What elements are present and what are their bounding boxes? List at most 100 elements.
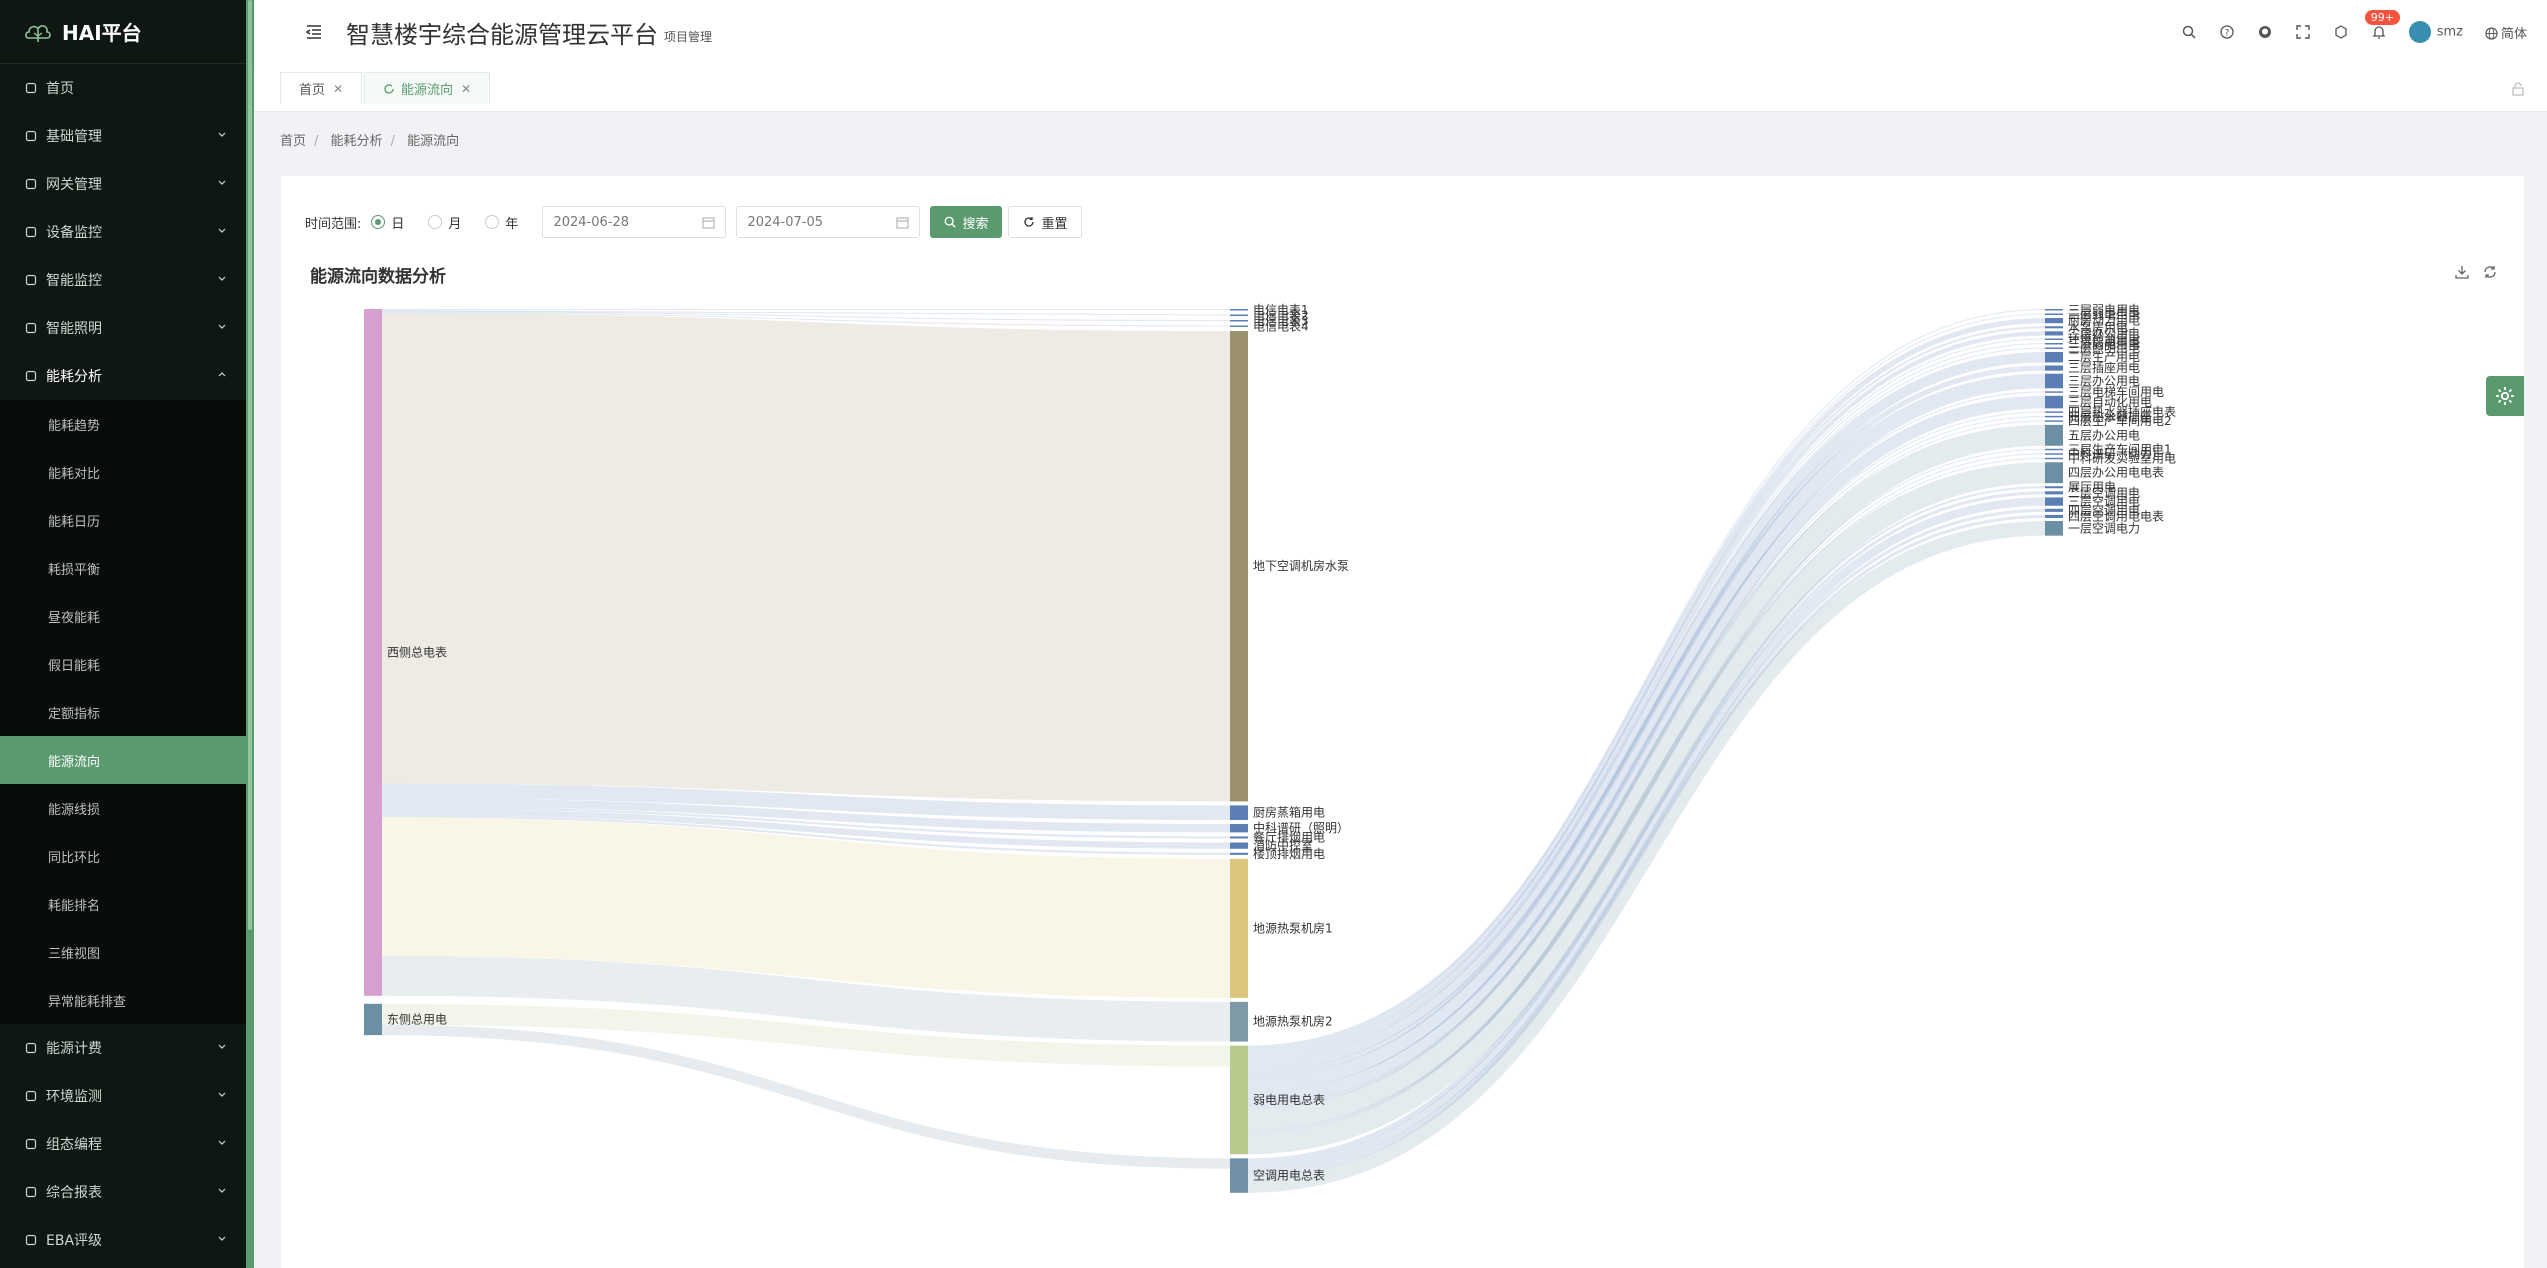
lock-icon[interactable] (2511, 82, 2525, 96)
sidebar-item[interactable]: 环境监测 (0, 1072, 246, 1120)
search-icon[interactable] (2181, 24, 2197, 40)
sankey-node-label: 四层生产车间用电2 (2068, 413, 2172, 428)
sidebar-item[interactable]: 能源线损 (0, 784, 246, 832)
sankey-node[interactable] (1230, 842, 1248, 849)
sankey-node[interactable] (1230, 1045, 1248, 1155)
close-icon[interactable]: ✕ (333, 82, 343, 96)
sankey-node[interactable] (1230, 314, 1248, 317)
sankey-node[interactable] (1230, 331, 1248, 802)
sankey-link[interactable] (381, 817, 1231, 998)
sankey-node[interactable] (2045, 514, 2063, 519)
sankey-node[interactable] (2045, 411, 2063, 413)
sankey-node[interactable] (1230, 858, 1248, 998)
sankey-node[interactable] (2045, 424, 2063, 446)
sidebar-item[interactable]: 耗损平衡 (0, 544, 246, 592)
sankey-node[interactable] (2045, 391, 2063, 393)
sankey-node[interactable] (2045, 395, 2063, 409)
breadcrumb-item[interactable]: 能耗分析 (331, 134, 383, 149)
language-switch[interactable]: 简体 (2485, 23, 2527, 42)
sankey-node[interactable] (2045, 508, 2063, 512)
bell-icon[interactable]: 99+ (2364, 10, 2400, 40)
fullscreen-icon[interactable] (2295, 24, 2311, 40)
sankey-link[interactable] (381, 313, 1231, 802)
sankey-node[interactable] (2045, 486, 2063, 489)
sankey-node[interactable] (1230, 320, 1248, 322)
sankey-node[interactable] (2045, 342, 2063, 345)
main-card: 时间范围: 日 月 年 2024-06-28 2024-07-05 搜索 重置 … (281, 176, 2524, 1268)
sidebar-item[interactable]: 能耗分析 (0, 352, 246, 400)
globe-icon (2485, 26, 2498, 40)
sankey-node[interactable] (2045, 448, 2063, 451)
sankey-node[interactable] (2045, 331, 2063, 336)
sidebar-item[interactable]: EBA评级 (0, 1216, 246, 1264)
sankey-node[interactable] (1230, 1158, 1248, 1193)
breadcrumb-item[interactable]: 首页 (280, 134, 306, 149)
sankey-node[interactable] (1230, 852, 1248, 855)
sidebar-item[interactable]: 基础管理 (0, 112, 246, 160)
sankey-node[interactable] (2045, 373, 2063, 389)
sidebar-item[interactable]: 同比环比 (0, 832, 246, 880)
sankey-node[interactable] (2045, 347, 2063, 349)
menu-collapse-icon[interactable] (304, 22, 324, 42)
sidebar-item[interactable]: 设备监控 (0, 208, 246, 256)
user-menu[interactable]: smz (2408, 21, 2463, 43)
sidebar-item[interactable]: 能耗日历 (0, 496, 246, 544)
sidebar-item[interactable]: 假日能耗 (0, 640, 246, 688)
sidebar-item-label: 异常能耗排查 (48, 994, 127, 1010)
settings-button[interactable] (2486, 376, 2524, 416)
sidebar-item[interactable]: 昼夜能耗 (0, 592, 246, 640)
tab-home[interactable]: 首页 ✕ (280, 72, 363, 104)
sankey-node[interactable] (2045, 309, 2063, 311)
rating-icon (24, 1233, 38, 1247)
sidebar-item[interactable]: 三维视图 (0, 928, 246, 976)
app-subtitle[interactable]: 项目管理 (664, 28, 712, 45)
help-icon[interactable]: ? (2219, 24, 2235, 40)
sankey-node[interactable] (364, 1003, 382, 1036)
sankey-node[interactable] (2045, 365, 2063, 371)
sankey-node[interactable] (2045, 351, 2063, 363)
sidebar-scrollbar-thumb[interactable] (248, 0, 252, 930)
sidebar-item[interactable]: 组态编程 (0, 1120, 246, 1168)
sankey-node[interactable] (1230, 836, 1248, 839)
sankey-node[interactable] (1230, 309, 1248, 311)
sidebar-item[interactable]: 首页 (0, 64, 246, 112)
sankey-node[interactable] (2045, 453, 2063, 455)
sankey-node[interactable] (1230, 325, 1248, 328)
sidebar-item[interactable]: 能耗对比 (0, 448, 246, 496)
screenshot-icon[interactable] (2333, 24, 2349, 40)
chevron-down-icon (218, 180, 226, 185)
sankey-node[interactable] (2045, 338, 2063, 340)
sankey-node[interactable] (2045, 521, 2063, 536)
sidebar-item[interactable]: 耗能排名 (0, 880, 246, 928)
tab-energy-flow[interactable]: 能源流向 ✕ (364, 72, 491, 104)
sankey-node[interactable] (1230, 1001, 1248, 1042)
sidebar-item[interactable]: 智能照明 (0, 304, 246, 352)
sankey-node[interactable] (1230, 824, 1248, 833)
sankey-node[interactable] (2045, 497, 2063, 506)
sankey-node[interactable] (2045, 420, 2063, 422)
sankey-node[interactable] (2045, 318, 2063, 324)
chevron-down-icon (218, 1044, 226, 1049)
sidebar-item[interactable]: 智能监控 (0, 256, 246, 304)
sidebar-item[interactable]: 能源计费 (0, 1024, 246, 1072)
sankey-node[interactable] (2045, 462, 2063, 484)
sankey-node[interactable] (2045, 491, 2063, 495)
sankey-node[interactable] (2045, 415, 2063, 418)
sankey-node[interactable] (364, 309, 382, 996)
sankey-node[interactable] (2045, 457, 2063, 460)
sidebar-item[interactable]: 能耗趋势 (0, 400, 246, 448)
sidebar-item[interactable]: 综合报表 (0, 1168, 246, 1216)
sankey-node[interactable] (1230, 805, 1248, 821)
breadcrumb-item: 能源流向 (407, 134, 460, 149)
close-icon[interactable]: ✕ (461, 82, 471, 96)
sankey-link[interactable] (1247, 338, 2046, 1061)
sidebar-item[interactable]: 异常能耗排查 (0, 976, 246, 1024)
logo[interactable]: HAI平台 (0, 0, 246, 64)
github-icon[interactable] (2257, 24, 2273, 40)
sankey-link[interactable] (1247, 331, 2046, 1060)
sidebar-item[interactable]: 能源流向 (0, 736, 246, 784)
sidebar-item[interactable]: 定额指标 (0, 688, 246, 736)
sankey-node[interactable] (2045, 326, 2063, 329)
sidebar-item[interactable]: 网关管理 (0, 160, 246, 208)
sankey-node[interactable] (2045, 313, 2063, 316)
